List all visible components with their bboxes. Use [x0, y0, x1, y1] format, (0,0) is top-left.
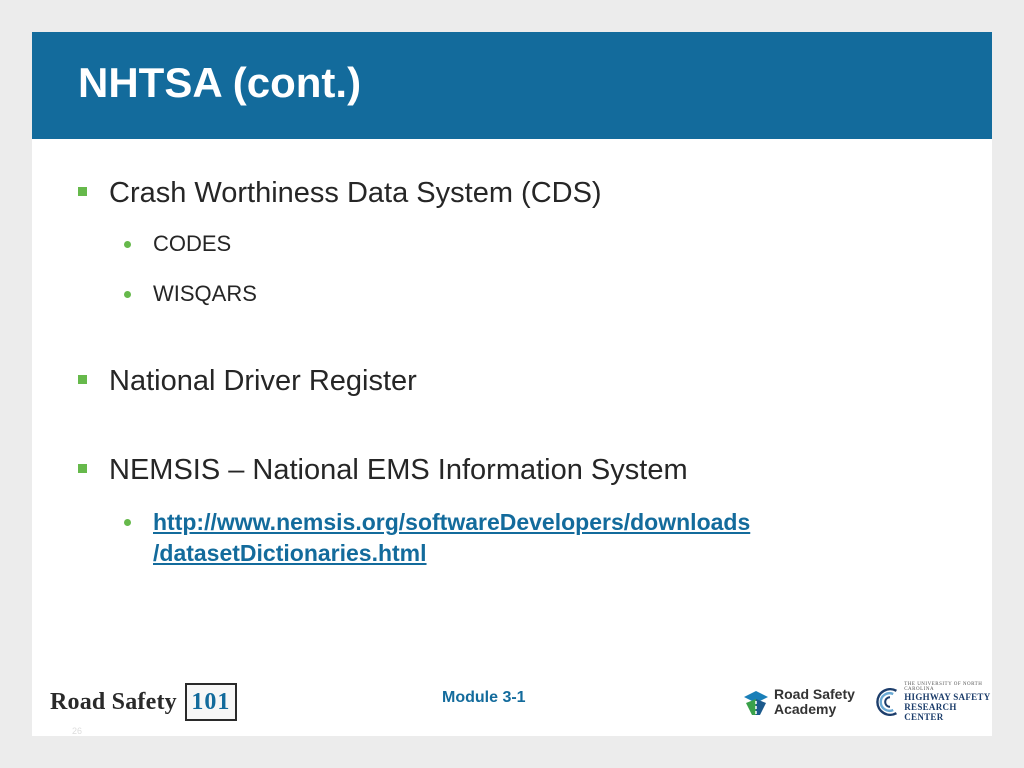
round-bullet-icon: [124, 519, 131, 526]
hsrc-emblem-icon: [876, 688, 897, 716]
round-bullet-icon: [124, 291, 131, 298]
road-safety-101-logo: Road Safety 101: [50, 681, 237, 723]
slide: NHTSA (cont.) Crash Worthiness Data Syst…: [32, 32, 992, 736]
square-bullet-icon: [78, 464, 87, 473]
title-bar: NHTSA (cont.): [32, 32, 992, 139]
nemsis-link[interactable]: http://www.nemsis.org/softwareDevelopers…: [153, 507, 750, 569]
page-number: 26: [72, 726, 83, 736]
road-sign-icon: [744, 691, 768, 715]
bullet-item: National Driver Register: [78, 363, 417, 399]
sub-bullet-item: WISQARS: [124, 279, 257, 309]
bullet-text: NEMSIS – National EMS Information System: [109, 454, 688, 486]
sub-bullet-item: CODES: [124, 229, 231, 259]
bullet-text: Crash Worthiness Data System (CDS): [109, 177, 602, 209]
round-bullet-icon: [124, 241, 131, 248]
sub-bullet-text: WISQARS: [153, 281, 257, 306]
bullet-item: NEMSIS – National EMS Information System: [78, 452, 688, 488]
road-safety-101-box: 101: [184, 683, 237, 721]
road-safety-academy-logo: Road Safety Academy: [742, 684, 855, 720]
sub-bullet-item: http://www.nemsis.org/softwareDevelopers…: [124, 507, 984, 569]
square-bullet-icon: [78, 375, 87, 384]
square-bullet-icon: [78, 187, 87, 196]
bullet-item: Crash Worthiness Data System (CDS): [78, 175, 602, 211]
module-label: Module 3-1: [442, 689, 526, 706]
sub-bullet-text: CODES: [153, 231, 232, 256]
hsrc-logo: THE UNIVERSITY OF NORTH CAROLINA HIGHWAY…: [874, 680, 992, 724]
slide-title: NHTSA (cont.): [78, 59, 362, 106]
bullet-text: National Driver Register: [109, 365, 417, 397]
